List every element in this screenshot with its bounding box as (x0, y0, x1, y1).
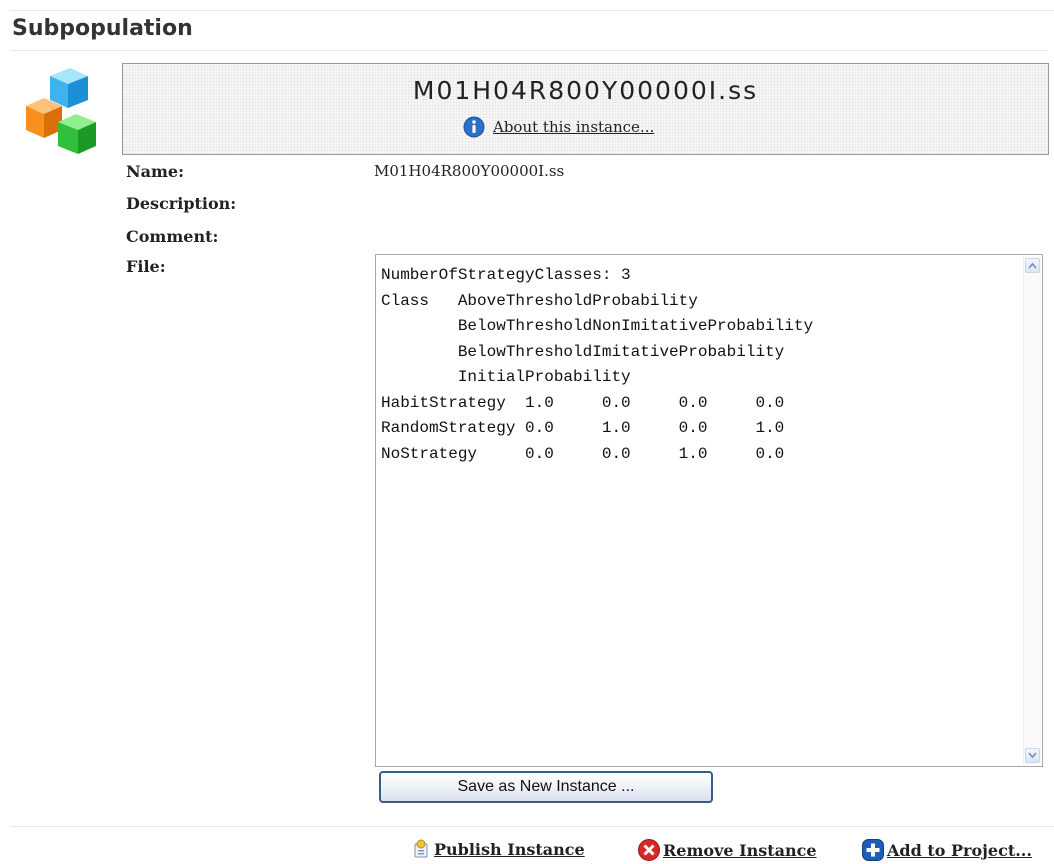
info-icon (463, 116, 485, 138)
instance-title: M01H04R800Y00000I.ss (412, 76, 759, 105)
chevron-up-icon (1028, 262, 1037, 269)
instance-header-panel: M01H04R800Y00000I.ss About this instance… (122, 63, 1049, 155)
top-divider (10, 10, 1054, 11)
file-content[interactable]: NumberOfStrategyClasses: 3 Class AboveTh… (381, 263, 813, 467)
remove-icon (638, 839, 660, 861)
description-label: Description: (126, 194, 237, 213)
save-as-new-instance-button[interactable]: Save as New Instance ... (379, 771, 713, 803)
about-instance[interactable]: About this instance... (463, 116, 654, 138)
section-title: Subpopulation (12, 16, 193, 41)
remove-instance-action[interactable]: Remove Instance (637, 838, 817, 862)
scroll-down-button[interactable] (1025, 748, 1040, 763)
name-label: Name: (126, 162, 185, 181)
publish-icon (414, 839, 428, 858)
comment-label: Comment: (126, 227, 219, 246)
remove-instance-link[interactable]: Remove Instance (663, 841, 817, 860)
bottom-divider (10, 826, 1054, 827)
cubes-icon (26, 68, 96, 154)
file-label: File: (126, 257, 166, 276)
vertical-scrollbar[interactable] (1023, 256, 1041, 765)
title-divider (10, 50, 1048, 51)
add-to-project-link[interactable]: Add to Project... (887, 841, 1032, 860)
add-to-project-action[interactable]: Add to Project... (861, 838, 1032, 862)
publish-instance-action[interactable]: Publish Instance (410, 838, 585, 860)
file-textarea[interactable]: NumberOfStrategyClasses: 3 Class AboveTh… (375, 254, 1043, 767)
publish-instance-link[interactable]: Publish Instance (434, 840, 585, 859)
scroll-up-button[interactable] (1025, 258, 1040, 273)
add-icon (862, 839, 884, 861)
chevron-down-icon (1028, 752, 1037, 759)
about-instance-link[interactable]: About this instance... (493, 118, 654, 136)
name-value: M01H04R800Y00000I.ss (374, 162, 565, 180)
